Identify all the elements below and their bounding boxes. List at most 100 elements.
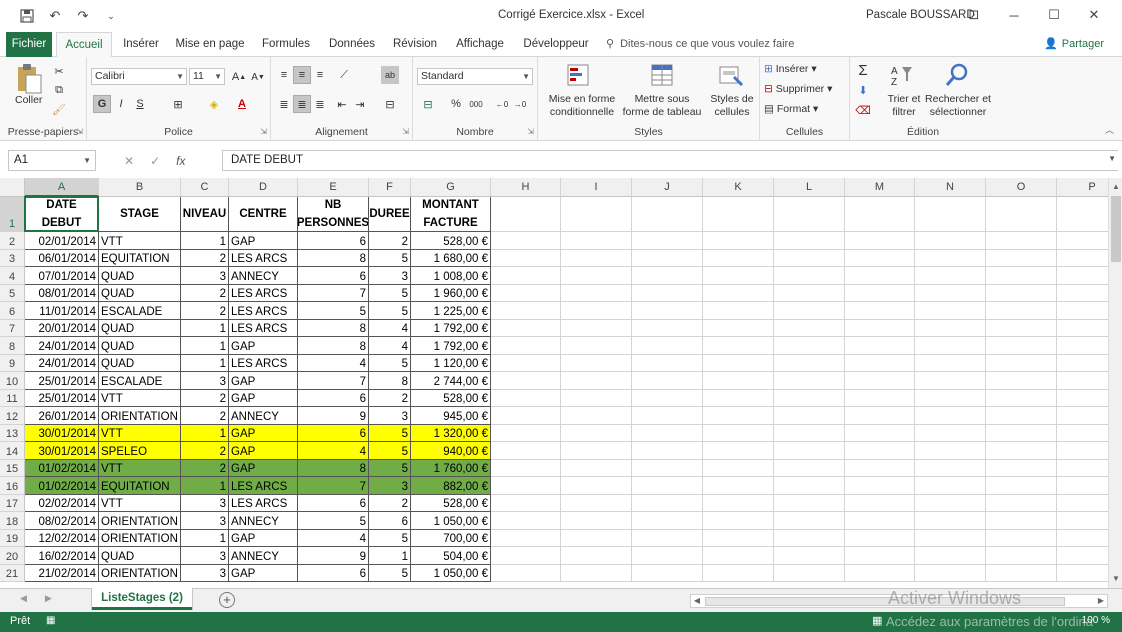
empty-cell[interactable] [1057,530,1108,547]
tab-donnees[interactable]: Données [324,32,380,57]
fill-icon[interactable]: ⬇ [854,81,872,99]
sort-filter-button[interactable]: Trier et filtrer [884,93,924,119]
empty-cell[interactable] [1057,232,1108,250]
cell-stage[interactable]: ORIENTATION [99,529,181,547]
cell-nb-personnes[interactable]: 6 [298,494,369,512]
empty-cell[interactable] [845,232,915,250]
empty-cell[interactable] [491,319,561,337]
empty-cell[interactable] [561,319,632,337]
empty-cell[interactable] [915,389,986,407]
empty-cell[interactable] [774,337,845,355]
sheet-tab-liste-stages[interactable]: ListeStages (2) [92,588,192,610]
row-header[interactable]: 13 [0,424,25,442]
tab-revision[interactable]: Révision [388,32,442,57]
empty-cell[interactable] [703,407,774,425]
empty-cell[interactable] [1057,547,1108,565]
thousands-button[interactable]: 000 [467,95,485,113]
font-name-combo[interactable]: Calibri ▼ [91,68,187,85]
empty-cell[interactable] [986,564,1057,582]
cell-stage[interactable]: QUAD [99,267,181,285]
empty-cell[interactable] [561,337,632,355]
column-header-g[interactable]: G [411,178,491,197]
cell-nb-personnes[interactable]: 6 [298,267,369,285]
empty-cell[interactable] [915,267,986,285]
orientation-icon[interactable]: ⟋ [335,66,353,84]
cell-centre[interactable]: GAP [229,389,298,407]
empty-cell[interactable] [632,354,703,372]
decrease-indent-icon[interactable]: ⇤ [333,95,351,113]
empty-cell[interactable] [1057,512,1108,530]
empty-cell[interactable] [632,284,703,302]
cell-date[interactable]: 24/01/2014 [25,354,99,372]
empty-cell[interactable] [774,529,845,547]
empty-cell[interactable] [1057,477,1108,495]
empty-cell[interactable] [491,337,561,355]
empty-cell[interactable] [703,267,774,285]
cell-date[interactable]: 02/01/2014 [25,232,99,250]
empty-cell[interactable] [1057,337,1108,355]
row-header[interactable]: 21 [0,564,25,582]
column-header-b[interactable]: B [99,178,181,197]
empty-cell[interactable] [632,337,703,355]
find-select-button[interactable]: Rechercher et sélectionner [922,93,994,119]
empty-cell[interactable] [632,302,703,320]
empty-cell[interactable] [845,442,915,460]
cell-centre[interactable]: GAP [229,564,298,582]
empty-cell[interactable] [632,424,703,442]
empty-cell[interactable] [845,477,915,495]
empty-cell[interactable] [1057,565,1108,582]
header-cell[interactable]: STAGE [99,197,181,232]
empty-cell[interactable] [632,249,703,267]
row-header[interactable]: 12 [0,407,25,425]
empty-cell[interactable] [915,424,986,442]
column-header-e[interactable]: E [298,178,369,197]
empty-cell[interactable] [1057,320,1108,337]
cell-nb-personnes[interactable]: 6 [298,424,369,442]
borders-icon[interactable]: ⊞ [169,95,187,113]
cell-nb-personnes[interactable]: 4 [298,529,369,547]
format-as-table-button[interactable]: Mettre sous forme de tableau [620,93,704,119]
row-header[interactable]: 4 [0,267,25,285]
empty-cell[interactable] [491,442,561,460]
empty-cell[interactable] [845,372,915,390]
cell-montant[interactable]: 945,00 € [411,407,491,425]
cell-duree[interactable]: 5 [369,284,411,302]
cell-montant[interactable]: 504,00 € [411,547,491,565]
collapse-ribbon-icon[interactable]: ︿ [1105,123,1114,136]
header-cell[interactable]: DATE DEBUT [25,197,99,232]
empty-cell[interactable] [915,319,986,337]
row-header[interactable]: 6 [0,302,25,320]
empty-cell[interactable] [915,564,986,582]
empty-cell[interactable] [561,564,632,582]
vertical-scroll-thumb[interactable] [1111,196,1121,262]
empty-cell[interactable] [774,424,845,442]
header-cell[interactable]: NIVEAU [181,197,229,232]
cell-nb-personnes[interactable]: 7 [298,477,369,495]
cell-stage[interactable]: ESCALADE [99,302,181,320]
empty-cell[interactable] [491,354,561,372]
empty-cell[interactable] [986,407,1057,425]
cell-niveau[interactable]: 1 [181,477,229,495]
vertical-scrollbar[interactable]: ▲ ▼ [1108,178,1122,588]
empty-cell[interactable] [491,284,561,302]
empty-cell[interactable] [845,407,915,425]
cell-duree[interactable]: 1 [369,547,411,565]
empty-cell[interactable] [491,197,561,232]
cell-niveau[interactable]: 2 [181,302,229,320]
empty-cell[interactable] [774,302,845,320]
empty-cell[interactable] [845,337,915,355]
clear-icon[interactable]: ⌫ [854,101,872,119]
cell-nb-personnes[interactable]: 4 [298,442,369,460]
row-header[interactable]: 7 [0,319,25,337]
empty-cell[interactable] [915,284,986,302]
empty-cell[interactable] [561,197,632,232]
cell-duree[interactable]: 5 [369,354,411,372]
column-header-m[interactable]: M [845,178,915,197]
cell-stage[interactable]: ORIENTATION [99,407,181,425]
column-header-c[interactable]: C [181,178,229,197]
empty-cell[interactable] [845,302,915,320]
empty-cell[interactable] [632,232,703,250]
empty-cell[interactable] [915,232,986,250]
insert-function-icon[interactable]: fx [176,154,185,168]
cell-nb-personnes[interactable]: 9 [298,547,369,565]
